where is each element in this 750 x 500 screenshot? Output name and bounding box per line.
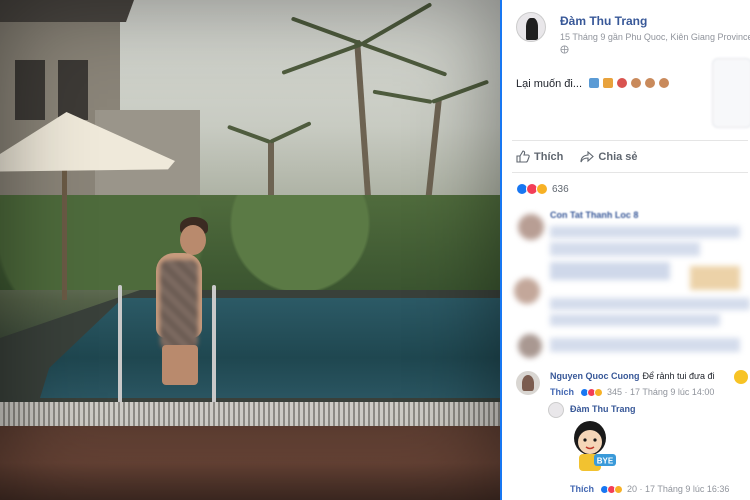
reply-like-button[interactable]: Thích [570, 484, 594, 494]
comment-like-button[interactable]: Thích [550, 387, 574, 397]
pool-water [40, 298, 500, 398]
villa-roof [0, 0, 135, 22]
sticker-text: BYE [597, 457, 614, 466]
post-text-content: Lại muốn đi... [516, 78, 586, 90]
post-header: Đàm Thu Trang 15 Tháng 9 gần Phu Quoc, K… [516, 12, 750, 62]
person-in-pool [138, 215, 218, 385]
pool-grate [0, 402, 500, 426]
bye-sticker: BYE [570, 418, 618, 476]
blurred-comment-name: Con Tat Thanh Loc 8 [550, 210, 639, 220]
villa-window [15, 60, 45, 120]
blurred-preview [712, 58, 750, 128]
reaction-count: 636 [552, 183, 569, 195]
emoji-icon [617, 78, 628, 88]
smiley-emoji-icon [734, 370, 748, 384]
divider [512, 140, 748, 141]
blurred-avatar [518, 334, 542, 358]
emoji-icon [659, 78, 670, 88]
blurred-comments: Con Tat Thanh Loc 8 [510, 206, 750, 366]
thumbs-up-icon [516, 150, 530, 163]
villa-window [58, 60, 88, 120]
post-photo[interactable] [0, 0, 500, 500]
person-legs [162, 345, 198, 385]
emoji-icon [603, 78, 614, 88]
blurred-avatar [514, 278, 540, 304]
share-button[interactable]: Chia sẻ [580, 151, 638, 163]
blurred-text [550, 242, 700, 256]
haha-reaction-icon [594, 387, 603, 397]
post-text: Lại muốn đi... [516, 78, 670, 90]
emoji-row [589, 78, 670, 90]
swimsuit-pixelated [160, 260, 198, 350]
commenter-avatar[interactable] [516, 371, 540, 395]
emoji-icon [645, 78, 656, 88]
blurred-text [550, 314, 720, 326]
globe-icon [560, 45, 569, 56]
wooden-deck [0, 426, 500, 500]
reply-comment: Đàm Thu Trang BYE Thích 20 · 17 Tháng 9 … [548, 400, 748, 500]
reply-avatar[interactable] [548, 402, 564, 418]
blurred-text [550, 298, 750, 310]
like-button[interactable]: Thích [516, 150, 563, 163]
reply-meta-text: 20 · 17 Tháng 9 lúc 16:36 [627, 484, 730, 494]
hedge [0, 195, 500, 290]
share-label: Chia sẻ [598, 151, 638, 163]
comment-meta-text: 345 · 17 Tháng 9 lúc 14:00 [607, 387, 715, 397]
blurred-text [550, 226, 740, 238]
reaction-summary[interactable]: 636 [516, 182, 569, 196]
reply-meta: Thích 20 · 17 Tháng 9 lúc 16:36 [570, 484, 729, 494]
blurred-text [550, 262, 670, 280]
commenter-name-text: Nguyen Quoc Cuong [550, 371, 640, 381]
author-name[interactable]: Đàm Thu Trang [560, 14, 647, 28]
blurred-text [550, 338, 740, 352]
share-icon [580, 151, 595, 163]
post-actions: Thích Chia sẻ [516, 150, 652, 166]
reply-author-name[interactable]: Đàm Thu Trang [570, 404, 636, 414]
author-avatar[interactable] [516, 12, 546, 42]
like-label: Thích [534, 150, 564, 163]
post-meta[interactable]: 15 Tháng 9 gần Phu Quoc, Kiên Giang Prov… [560, 32, 750, 42]
blurred-text [690, 266, 740, 290]
haha-reaction-icon [614, 484, 623, 494]
haha-reaction-icon [536, 183, 548, 195]
pool-ladder-rail [118, 285, 122, 405]
emoji-icon [589, 78, 600, 88]
comment-text: Để rảnh tui đưa đi [642, 371, 715, 381]
commenter-name[interactable]: Nguyen Quoc Cuong Để rảnh tui đưa đi [550, 371, 715, 381]
comment-meta: Thích 345 · 17 Tháng 9 lúc 14:00 [550, 387, 714, 397]
divider [512, 172, 748, 173]
emoji-icon [631, 78, 642, 88]
person-head [180, 225, 206, 255]
blurred-avatar [518, 214, 544, 240]
